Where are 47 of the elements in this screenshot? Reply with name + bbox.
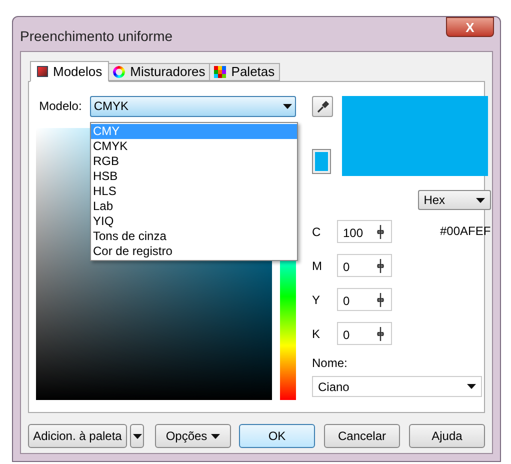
- dropdown-option[interactable]: Cor de registro: [91, 244, 297, 259]
- slider-spinner-icon[interactable]: [376, 258, 385, 274]
- dropdown-option[interactable]: HLS: [91, 184, 297, 199]
- eyedropper-button[interactable]: [312, 96, 333, 117]
- dropdown-option[interactable]: Lab: [91, 199, 297, 214]
- channel-label: C: [312, 224, 322, 240]
- channel-field[interactable]: 100: [337, 220, 392, 243]
- channel-label: Y: [312, 292, 322, 308]
- channel-label: K: [312, 326, 322, 342]
- format-select[interactable]: Hex: [418, 190, 491, 210]
- color-square-icon: [37, 66, 48, 77]
- caret-icon: [476, 198, 485, 202]
- dropdown-option[interactable]: RGB: [91, 154, 297, 169]
- tab[interactable]: Paletas: [210, 63, 280, 81]
- color-swatch-button[interactable]: [312, 149, 331, 174]
- dialog-button[interactable]: Cancelar: [324, 424, 400, 448]
- color-wheel-icon: [113, 66, 126, 78]
- hex-value: #00AFEF: [440, 223, 491, 240]
- window-title: Preenchimento uniforme: [20, 27, 173, 46]
- slider-spinner-icon[interactable]: [376, 292, 385, 308]
- dropdown-option[interactable]: YIQ: [91, 214, 297, 229]
- dropdown-option[interactable]: CMYK: [91, 139, 297, 154]
- slider-spinner-icon[interactable]: [376, 224, 385, 240]
- tab[interactable]: Modelos: [30, 61, 110, 82]
- slider-spinner-icon[interactable]: [376, 326, 385, 342]
- eyedropper-icon: [316, 100, 328, 112]
- add-to-palette-button[interactable]: Adicion. à paleta: [28, 424, 127, 448]
- channel-field[interactable]: 0: [337, 322, 392, 345]
- dropdown-option[interactable]: Tons de cinza: [91, 229, 297, 244]
- options-button[interactable]: Opções: [155, 424, 231, 448]
- dropdown-button[interactable]: [130, 424, 144, 448]
- channel-label: M: [312, 258, 323, 274]
- caret-icon: [467, 384, 476, 389]
- caret-icon: [132, 434, 142, 438]
- name-select[interactable]: Ciano: [312, 376, 482, 397]
- tab[interactable]: Misturadores: [109, 63, 210, 81]
- dropdown-option[interactable]: HSB: [91, 169, 297, 184]
- ok-button[interactable]: OK: [239, 424, 315, 448]
- model-label: Modelo:: [38, 98, 82, 115]
- caret-icon: [283, 104, 292, 108]
- channel-field[interactable]: 0: [337, 288, 392, 311]
- model-select[interactable]: CMYK: [90, 96, 296, 116]
- caret-icon: [211, 434, 220, 438]
- dialog-button[interactable]: Ajuda: [409, 424, 485, 448]
- channel-field[interactable]: 0: [337, 254, 392, 277]
- color-grid-icon: [214, 66, 226, 78]
- name-label: Nome:: [312, 355, 348, 372]
